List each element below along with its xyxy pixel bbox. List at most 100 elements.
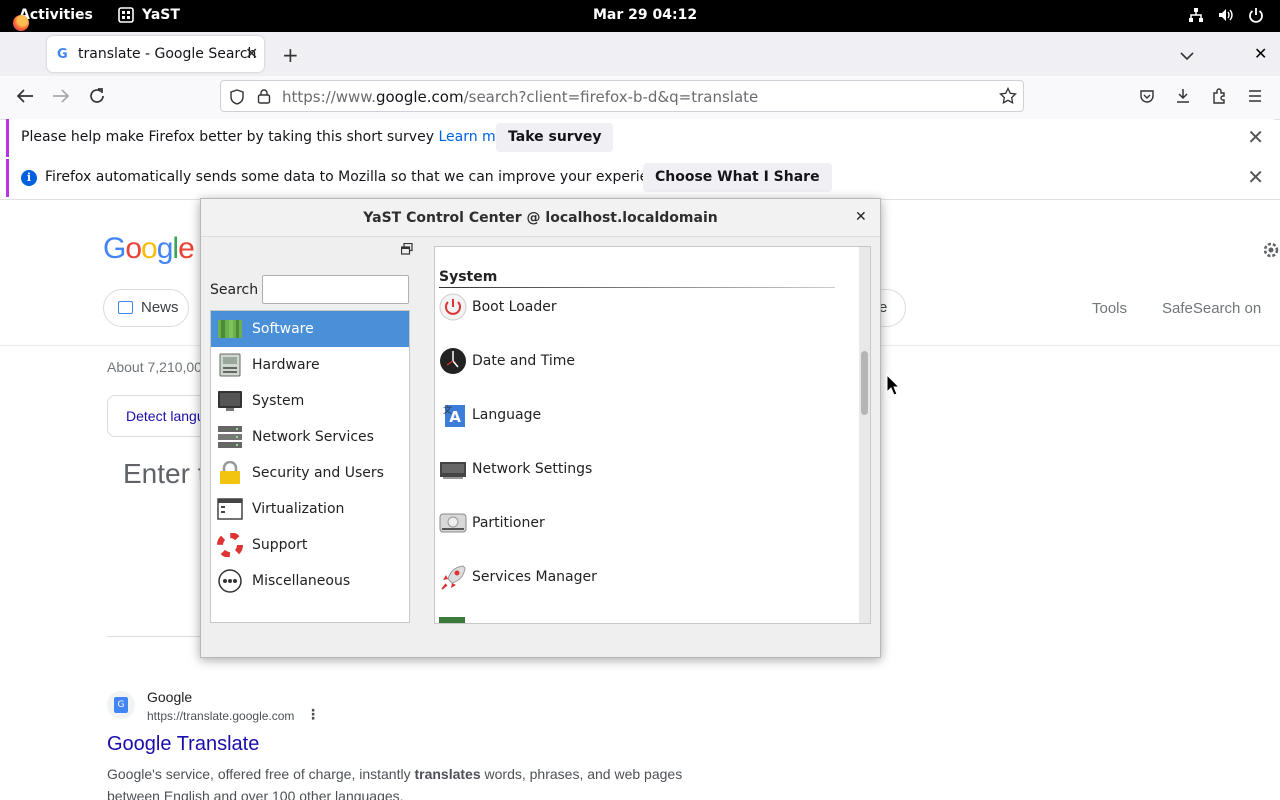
settings-gear-icon[interactable]	[1261, 240, 1280, 260]
downloads-icon[interactable]	[1175, 88, 1191, 108]
firefox-icon[interactable]	[13, 15, 29, 31]
choose-what-i-share-button[interactable]: Choose What I Share	[643, 163, 832, 192]
category-hardware[interactable]: Hardware	[211, 347, 409, 383]
url-bar[interactable]: https://www.google.com/search?client=fir…	[220, 80, 1024, 112]
category-label: Miscellaneous	[252, 573, 351, 589]
yast-control-center-window: YaST Control Center @ localhost.localdom…	[200, 198, 881, 658]
activities-button[interactable]: Activities	[19, 7, 93, 23]
forward-icon[interactable]	[52, 88, 70, 108]
restore-window-icon[interactable]	[401, 243, 413, 255]
category-list[interactable]: Software Hardware System Network Service…	[210, 310, 410, 623]
power-icon	[439, 293, 467, 321]
module-label: Language	[472, 407, 542, 423]
partially-visible-module-icon	[439, 617, 465, 623]
mouse-cursor-icon	[886, 374, 900, 396]
result-site-name: Google	[147, 689, 193, 705]
yast-app-icon	[118, 7, 134, 23]
module-panel[interactable]: System Boot Loader Date and Time A文 Lang…	[434, 246, 871, 624]
app-name-label: YaST	[142, 7, 180, 23]
category-label: Virtualization	[252, 501, 345, 517]
url-text: https://www.google.com/search?client=fir…	[282, 88, 759, 106]
window-close-icon[interactable]: ✕	[1254, 44, 1267, 63]
software-icon	[218, 320, 242, 338]
virtualization-icon	[217, 498, 243, 520]
group-divider	[439, 287, 835, 288]
category-virtualization[interactable]: Virtualization	[211, 491, 409, 527]
category-miscellaneous[interactable]: Miscellaneous	[211, 563, 409, 599]
svg-text:文: 文	[443, 404, 452, 416]
power-icon	[1249, 8, 1263, 23]
take-survey-button[interactable]: Take survey	[496, 123, 614, 152]
close-data-notification-icon[interactable]: ✕	[1247, 165, 1264, 189]
category-security-and-users[interactable]: Security and Users	[211, 455, 409, 491]
more-icon	[218, 569, 242, 593]
tools-button[interactable]: Tools	[1092, 300, 1127, 317]
network-icon	[1189, 8, 1203, 22]
shield-icon[interactable]	[229, 89, 245, 105]
module-boot-loader[interactable]: Boot Loader	[439, 291, 839, 325]
safesearch-button[interactable]: SafeSearch on	[1162, 300, 1261, 317]
chip-news[interactable]: News	[103, 289, 189, 327]
translate-favicon: G	[107, 691, 135, 719]
list-tabs-icon[interactable]	[1180, 46, 1194, 65]
data-message: Firefox automatically sends some data to…	[45, 169, 678, 185]
yast-close-icon[interactable]: ✕	[855, 209, 867, 225]
new-tab-icon[interactable]: +	[282, 43, 299, 67]
reload-icon[interactable]	[88, 87, 106, 109]
yast-title: YaST Control Center @ localhost.localdom…	[363, 210, 718, 226]
menu-icon[interactable]	[1247, 88, 1263, 108]
module-network-settings[interactable]: Network Settings	[439, 453, 839, 487]
chip-news-label: News	[141, 299, 179, 316]
rocket-icon	[441, 565, 466, 590]
module-language[interactable]: A文 Language	[439, 399, 839, 433]
system-tray[interactable]	[1188, 7, 1264, 23]
category-label: Software	[252, 321, 314, 337]
module-scrollbar-track[interactable]	[859, 247, 870, 623]
data-notification: i Firefox automatically sends some data …	[6, 159, 1274, 197]
lock-icon	[220, 461, 240, 484]
result-title-link[interactable]: Google Translate	[107, 733, 259, 756]
module-date-and-time[interactable]: Date and Time	[439, 345, 839, 379]
category-software[interactable]: Software	[211, 311, 409, 347]
module-partitioner[interactable]: Partitioner	[439, 507, 839, 541]
close-tab-icon[interactable]: ✕	[245, 44, 258, 63]
google-favicon: G	[57, 47, 68, 62]
category-label: System	[252, 393, 305, 409]
search-label: Search	[210, 282, 259, 298]
result-stats: About 7,210,00	[107, 359, 202, 375]
info-icon: i	[21, 170, 37, 186]
category-label: Support	[252, 537, 308, 553]
bookmark-star-icon[interactable]	[999, 87, 1017, 105]
module-label: Network Settings	[472, 461, 593, 477]
clock-icon	[440, 348, 466, 374]
close-survey-icon[interactable]: ✕	[1247, 125, 1264, 149]
group-header: System	[439, 269, 498, 285]
category-network-services[interactable]: Network Services	[211, 419, 409, 455]
module-services-manager[interactable]: Services Manager	[439, 561, 839, 595]
result-more-icon[interactable]: ⋮	[306, 707, 320, 723]
lock-icon[interactable]	[257, 88, 271, 104]
category-support[interactable]: Support	[211, 527, 409, 563]
module-label: Partitioner	[472, 515, 545, 531]
extensions-icon[interactable]	[1211, 88, 1227, 108]
module-scrollbar-thumb[interactable]	[861, 351, 868, 415]
system-icon	[218, 391, 242, 411]
clock[interactable]: Mar 29 04:12	[593, 7, 697, 23]
app-menu[interactable]: YaST	[118, 7, 180, 23]
tab-google-search[interactable]: G translate - Google Search ✕	[47, 36, 264, 72]
survey-message: Please help make Firefox better by takin…	[21, 129, 519, 145]
result-snippet: Google's service, offered free of charge…	[107, 766, 683, 800]
enter-text-placeholder[interactable]: Enter t	[123, 458, 205, 490]
survey-notification: Please help make Firefox better by takin…	[6, 119, 1274, 157]
category-label: Hardware	[252, 357, 320, 373]
hardware-icon	[219, 353, 241, 377]
yast-titlebar[interactable]: YaST Control Center @ localhost.localdom…	[201, 199, 880, 237]
back-icon[interactable]	[16, 88, 34, 108]
search-input[interactable]	[262, 275, 409, 304]
category-system[interactable]: System	[211, 383, 409, 419]
google-logo[interactable]: Google	[103, 232, 195, 266]
category-label: Security and Users	[252, 465, 384, 481]
result-url: https://translate.google.com	[147, 709, 295, 723]
pocket-icon[interactable]	[1139, 88, 1155, 108]
language-icon: A文	[443, 404, 465, 427]
